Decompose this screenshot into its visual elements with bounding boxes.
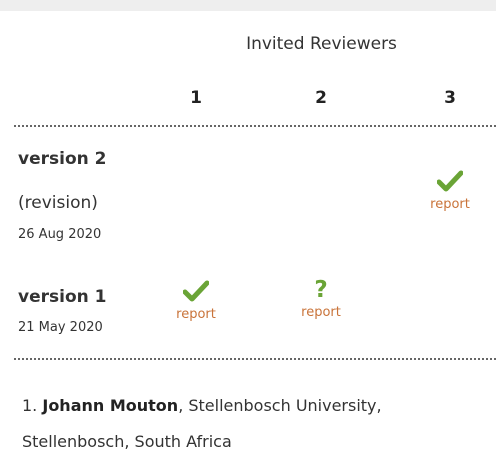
- version-1-reviewer-1-cell: report: [156, 280, 236, 322]
- version-2-reviewer-3-report-link[interactable]: report: [410, 197, 490, 212]
- reviewer-name[interactable]: Johann Mouton: [42, 396, 178, 415]
- reviewers-panel: Invited Reviewers 1 2 3 version 2 (revis…: [0, 11, 496, 468]
- reviewer-column-2: 2: [315, 88, 327, 108]
- version-2-reviewer-3-cell: report: [410, 170, 490, 212]
- question-icon: ?: [314, 277, 328, 303]
- version-1-date: 21 May 2020: [18, 320, 103, 335]
- check-icon: [410, 170, 490, 194]
- reviewer-column-3: 3: [444, 88, 456, 108]
- reviewer-number: 1.: [22, 396, 38, 415]
- reviewer-column-1: 1: [190, 88, 202, 108]
- header-divider: [14, 125, 496, 127]
- version-2-date: 26 Aug 2020: [18, 227, 102, 242]
- invited-reviewers-heading: Invited Reviewers: [246, 34, 397, 54]
- check-icon: [156, 280, 236, 304]
- table-bottom-divider: [14, 358, 496, 360]
- version-1-label: version 1: [18, 287, 107, 307]
- version-1-reviewer-2-report-link[interactable]: report: [281, 305, 361, 320]
- version-1-reviewer-2-cell: ? report: [281, 278, 361, 320]
- version-1-reviewer-1-report-link[interactable]: report: [156, 307, 236, 322]
- version-2-label: version 2: [18, 149, 107, 169]
- version-2-revision-note: (revision): [18, 193, 98, 213]
- reviewer-affiliation-list: 1. Johann Mouton, Stellenbosch Universit…: [22, 388, 492, 460]
